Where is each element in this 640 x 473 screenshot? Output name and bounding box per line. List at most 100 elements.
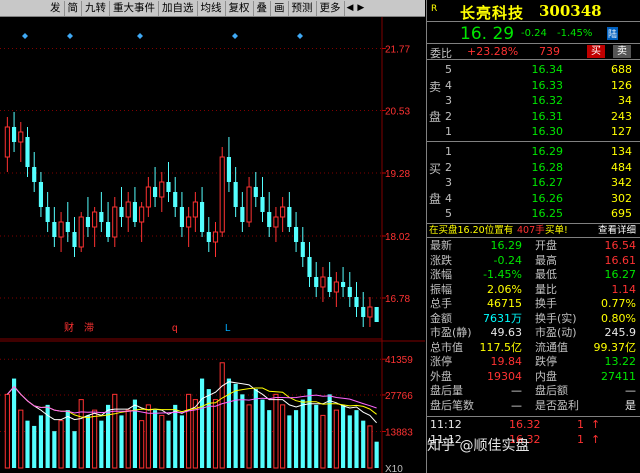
level-num: 1 <box>445 145 452 158</box>
stat-label: 总市值 <box>430 340 463 354</box>
volume-bar <box>99 420 104 468</box>
tick-price: 16.32 <box>509 418 541 431</box>
volume-bar <box>18 409 24 469</box>
bid-row[interactable]: 5 16.25 695 <box>427 206 640 222</box>
toolbar-more[interactable]: 更多 <box>317 0 345 16</box>
stat-value: 49.63 <box>490 326 523 339</box>
tick-direction-icon: ↑ <box>591 433 601 446</box>
stat-label: 最新 <box>430 239 452 252</box>
event-diamond-icon <box>67 33 73 39</box>
candle-body <box>192 201 198 218</box>
stat-label: 涨停 <box>430 355 452 368</box>
candle-body <box>246 186 252 223</box>
volume-bar <box>78 399 84 469</box>
volume-axis-label: 13883 <box>385 427 413 438</box>
toolbar-fa[interactable]: 发 <box>0 0 65 16</box>
level-num: 2 <box>445 109 452 123</box>
volume-bar <box>92 409 98 469</box>
stat-value: 7631万 <box>483 311 522 325</box>
volume-bar <box>173 404 178 468</box>
level-volume: 688 <box>611 63 632 76</box>
stat-label: 盘后额 <box>535 384 568 397</box>
stat-row: 涨停 19.84 跌停 13.22 <box>427 355 640 370</box>
candle-body <box>226 157 232 182</box>
toolbar-jian[interactable]: 简 <box>65 0 82 16</box>
stat-label: 外盘 <box>430 369 452 383</box>
volume-bar <box>25 420 30 468</box>
stat-label: 是否盈利 <box>535 398 579 412</box>
bid-row[interactable]: 3 16.27 342 <box>427 175 640 191</box>
volume-bar <box>179 415 185 468</box>
candle-body <box>320 276 326 288</box>
level-price: 16.34 <box>531 63 564 76</box>
chart-toolbar: 发 简 九转 重大事件 加自选 均线 复权 叠 画 预测 更多 ◀ ▶ <box>0 0 425 17</box>
bid-info-vol: 407手 <box>517 225 545 236</box>
watermark: 知乎 @顺佳实盘 <box>427 438 530 454</box>
candle-body <box>179 207 185 227</box>
stat-value: 99.37亿 <box>593 340 637 354</box>
ask-row[interactable]: 5 16.34 688 <box>427 62 640 78</box>
candle-body <box>240 207 245 222</box>
toolbar-jiuzhuan[interactable]: 九转 <box>82 0 110 16</box>
ask-row[interactable]: 2 16.31 243 <box>427 109 640 125</box>
ask-row[interactable]: 4 16.33 126 <box>427 78 640 94</box>
candle-body <box>58 221 64 238</box>
level-price: 16.30 <box>531 125 564 138</box>
ask-row[interactable]: 3 16.32 34 <box>427 93 640 109</box>
bid-row[interactable]: 4 16.26 302 <box>427 191 640 207</box>
sell-button[interactable]: 卖 <box>613 45 631 58</box>
stat-label: 金额 <box>430 311 452 325</box>
stat-value: 13.22 <box>604 355 637 368</box>
toolbar-draw[interactable]: 画 <box>271 0 289 16</box>
candle-body <box>132 202 138 222</box>
tick-volume: 1 <box>577 433 584 446</box>
volume-bar <box>152 410 158 468</box>
stat-label: 换手(实) <box>535 311 577 325</box>
level-volume: 134 <box>611 145 632 158</box>
bid-row[interactable]: 2 16.28 484 <box>427 160 640 176</box>
volume-bar <box>219 362 225 469</box>
ask-book: 卖 盘 5 16.34 688 4 16.33 126 3 16.32 34 2 16.31 243 1… <box>427 60 640 142</box>
volume-bar <box>314 404 319 468</box>
ask-row[interactable]: 1 16.30 127 <box>427 124 640 140</box>
candle-body <box>85 217 91 227</box>
toolbar-adjust[interactable]: 复权 <box>226 0 254 16</box>
candle-body <box>4 126 10 158</box>
toolbar-add-watchlist[interactable]: 加自选 <box>159 0 198 16</box>
volume-bar <box>367 425 373 469</box>
detail-link[interactable]: 查看详细 <box>598 224 636 238</box>
weibi-diff: 739 <box>539 45 560 58</box>
stat-label: 振幅 <box>430 282 452 296</box>
scroll-right-icon[interactable]: ▶ <box>355 1 366 16</box>
scroll-left-icon[interactable]: ◀ <box>345 1 356 16</box>
bid-row[interactable]: 1 16.29 134 <box>427 144 640 160</box>
candle-body <box>52 222 57 237</box>
volume-bar <box>199 378 205 468</box>
stat-label: 总手 <box>430 297 452 310</box>
price-axis-label: 19.28 <box>385 169 410 180</box>
buy-button[interactable]: 买 <box>587 45 605 58</box>
r-badge: R <box>431 4 438 14</box>
tick-time: 11:12 <box>430 418 462 431</box>
chart-area[interactable]: 发 简 九转 重大事件 加自选 均线 复权 叠 画 预测 更多 ◀ ▶ 21.7… <box>0 0 425 473</box>
quote-panel: R 长亮科技 300348 16. 29 -0.24 -1.45% 陆 委比 +… <box>426 0 640 473</box>
stat-value: — <box>511 384 522 397</box>
toolbar-predict[interactable]: 预测 <box>289 0 317 16</box>
volume-bar <box>340 404 346 468</box>
candle-body <box>173 192 178 207</box>
candle-body <box>139 206 145 223</box>
volume-bar <box>273 393 279 469</box>
kline-chart[interactable]: 21.77 20.53 19.28 18.02 16.78 财滞 q L 41359 27766 1… <box>0 17 425 473</box>
toolbar-overlay[interactable]: 叠 <box>254 0 271 16</box>
candle-body <box>92 211 98 228</box>
candle-body <box>145 186 151 208</box>
candle-body <box>347 287 352 297</box>
toolbar-major-events[interactable]: 重大事件 <box>110 0 159 16</box>
toolbar-moving-average[interactable]: 均线 <box>198 0 226 16</box>
candle-body <box>314 277 319 287</box>
candle-body <box>367 306 373 318</box>
candle-body <box>119 207 124 217</box>
candle-body <box>11 127 17 142</box>
weibi-row: 委比 +23.28% 739 买 卖 <box>427 44 640 60</box>
level-num: 4 <box>445 78 452 92</box>
